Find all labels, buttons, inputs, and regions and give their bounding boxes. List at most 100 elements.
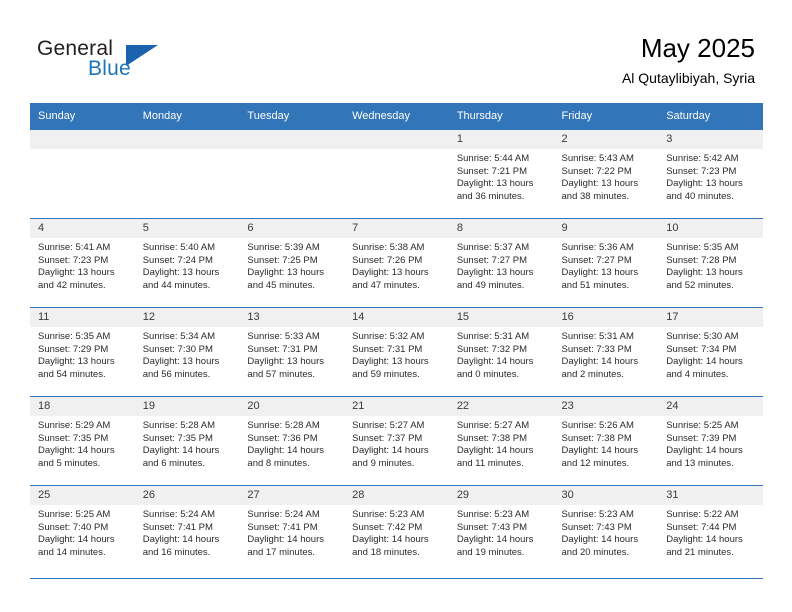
day-number: 29 <box>448 486 554 505</box>
day-sun-info: Sunrise: 5:30 AM Sunset: 7:34 PM Dayligh… <box>666 331 743 380</box>
calendar-bottom-rule <box>30 578 763 579</box>
calendar-header-row: Sunday Monday Tuesday Wednesday Thursday… <box>30 103 763 129</box>
day-number: 5 <box>134 219 240 238</box>
calendar-empty-cell <box>30 129 135 218</box>
calendar-week-row: 1 Sunrise: 5:44 AM Sunset: 7:21 PM Daylig… <box>30 129 763 218</box>
day-cell-inner: 7 Sunrise: 5:38 AM Sunset: 7:26 PM Daylig… <box>344 218 449 307</box>
day-number <box>30 130 135 149</box>
day-sun-info: Sunrise: 5:39 AM Sunset: 7:25 PM Dayligh… <box>247 242 324 291</box>
logo-text-blue: Blue <box>88 57 131 80</box>
day-cell-inner: 12 Sunrise: 5:34 AM Sunset: 7:30 PM Dayli… <box>134 307 240 396</box>
calendar-day-cell[interactable]: 30 Sunrise: 5:23 AM Sunset: 7:43 PM Dayli… <box>553 485 659 574</box>
day-sun-info: Sunrise: 5:38 AM Sunset: 7:26 PM Dayligh… <box>352 242 429 291</box>
day-sun-info: Sunrise: 5:35 AM Sunset: 7:28 PM Dayligh… <box>666 242 743 291</box>
calendar-day-cell[interactable]: 17 Sunrise: 5:30 AM Sunset: 7:34 PM Dayli… <box>658 307 763 396</box>
day-cell-inner <box>30 129 135 218</box>
day-sun-info: Sunrise: 5:25 AM Sunset: 7:39 PM Dayligh… <box>666 420 743 469</box>
day-cell-inner <box>239 129 345 218</box>
calendar-day-cell[interactable]: 5 Sunrise: 5:40 AM Sunset: 7:24 PM Daylig… <box>134 218 240 307</box>
calendar-day-cell[interactable]: 24 Sunrise: 5:25 AM Sunset: 7:39 PM Dayli… <box>658 396 763 485</box>
day-cell-inner: 17 Sunrise: 5:30 AM Sunset: 7:34 PM Dayli… <box>658 307 763 396</box>
day-number: 23 <box>553 397 659 416</box>
calendar-day-cell[interactable]: 14 Sunrise: 5:32 AM Sunset: 7:31 PM Dayli… <box>344 307 449 396</box>
weekday-header-friday: Friday <box>553 103 659 129</box>
calendar-day-cell[interactable]: 21 Sunrise: 5:27 AM Sunset: 7:37 PM Dayli… <box>344 396 449 485</box>
calendar-day-cell[interactable]: 29 Sunrise: 5:23 AM Sunset: 7:43 PM Dayli… <box>448 485 554 574</box>
day-cell-inner: 26 Sunrise: 5:24 AM Sunset: 7:41 PM Dayli… <box>134 485 240 574</box>
calendar-day-cell[interactable]: 12 Sunrise: 5:34 AM Sunset: 7:30 PM Dayli… <box>134 307 240 396</box>
calendar-day-cell[interactable]: 6 Sunrise: 5:39 AM Sunset: 7:25 PM Daylig… <box>239 218 345 307</box>
calendar-day-cell[interactable]: 23 Sunrise: 5:26 AM Sunset: 7:38 PM Dayli… <box>553 396 659 485</box>
calendar-page: General Blue May 2025 Al Qutaylibiyah, S… <box>0 0 792 612</box>
day-number: 27 <box>239 486 345 505</box>
day-sun-info: Sunrise: 5:23 AM Sunset: 7:43 PM Dayligh… <box>561 509 639 558</box>
calendar-day-cell[interactable]: 20 Sunrise: 5:28 AM Sunset: 7:36 PM Dayli… <box>239 396 345 485</box>
calendar-empty-cell <box>344 129 449 218</box>
day-cell-inner: 16 Sunrise: 5:31 AM Sunset: 7:33 PM Dayli… <box>553 307 659 396</box>
day-sun-info <box>239 149 344 153</box>
day-cell-inner: 9 Sunrise: 5:36 AM Sunset: 7:27 PM Daylig… <box>553 218 659 307</box>
day-sun-info: Sunrise: 5:24 AM Sunset: 7:41 PM Dayligh… <box>142 509 220 558</box>
calendar-week-row: 11 Sunrise: 5:35 AM Sunset: 7:29 PM Dayli… <box>30 307 763 396</box>
day-cell-inner: 31 Sunrise: 5:22 AM Sunset: 7:44 PM Dayli… <box>658 485 763 574</box>
day-cell-inner: 3 Sunrise: 5:42 AM Sunset: 7:23 PM Daylig… <box>658 129 763 218</box>
calendar-day-cell[interactable]: 10 Sunrise: 5:35 AM Sunset: 7:28 PM Dayli… <box>658 218 763 307</box>
calendar-empty-cell <box>239 129 345 218</box>
calendar-day-cell[interactable]: 15 Sunrise: 5:31 AM Sunset: 7:32 PM Dayli… <box>448 307 554 396</box>
weekday-header-thursday: Thursday <box>448 103 554 129</box>
day-number <box>134 130 240 149</box>
calendar-day-cell[interactable]: 31 Sunrise: 5:22 AM Sunset: 7:44 PM Dayli… <box>658 485 763 574</box>
day-cell-inner: 8 Sunrise: 5:37 AM Sunset: 7:27 PM Daylig… <box>448 218 554 307</box>
day-sun-info: Sunrise: 5:25 AM Sunset: 7:40 PM Dayligh… <box>38 509 115 558</box>
day-number: 11 <box>30 308 135 327</box>
day-number: 12 <box>134 308 240 327</box>
calendar-day-cell[interactable]: 1 Sunrise: 5:44 AM Sunset: 7:21 PM Daylig… <box>448 129 554 218</box>
day-sun-info: Sunrise: 5:40 AM Sunset: 7:24 PM Dayligh… <box>142 242 220 291</box>
day-number: 31 <box>658 486 763 505</box>
calendar-day-cell[interactable]: 13 Sunrise: 5:33 AM Sunset: 7:31 PM Dayli… <box>239 307 345 396</box>
calendar-day-cell[interactable]: 3 Sunrise: 5:42 AM Sunset: 7:23 PM Daylig… <box>658 129 763 218</box>
calendar-day-cell[interactable]: 27 Sunrise: 5:24 AM Sunset: 7:41 PM Dayli… <box>239 485 345 574</box>
day-number: 22 <box>448 397 554 416</box>
day-sun-info: Sunrise: 5:41 AM Sunset: 7:23 PM Dayligh… <box>38 242 115 291</box>
day-number: 10 <box>658 219 763 238</box>
day-number: 7 <box>344 219 449 238</box>
weekday-header-saturday: Saturday <box>658 103 763 129</box>
day-number: 9 <box>553 219 659 238</box>
day-number <box>344 130 449 149</box>
calendar-day-cell[interactable]: 18 Sunrise: 5:29 AM Sunset: 7:35 PM Dayli… <box>30 396 135 485</box>
day-sun-info: Sunrise: 5:23 AM Sunset: 7:43 PM Dayligh… <box>456 509 534 558</box>
day-number: 28 <box>344 486 449 505</box>
day-sun-info <box>135 149 240 153</box>
day-cell-inner: 2 Sunrise: 5:43 AM Sunset: 7:22 PM Daylig… <box>553 129 659 218</box>
calendar-day-cell[interactable]: 4 Sunrise: 5:41 AM Sunset: 7:23 PM Daylig… <box>30 218 135 307</box>
day-sun-info: Sunrise: 5:37 AM Sunset: 7:27 PM Dayligh… <box>456 242 534 291</box>
day-sun-info: Sunrise: 5:22 AM Sunset: 7:44 PM Dayligh… <box>666 509 743 558</box>
day-cell-inner: 27 Sunrise: 5:24 AM Sunset: 7:41 PM Dayli… <box>239 485 345 574</box>
calendar-day-cell[interactable]: 28 Sunrise: 5:23 AM Sunset: 7:42 PM Dayli… <box>344 485 449 574</box>
calendar-day-cell[interactable]: 26 Sunrise: 5:24 AM Sunset: 7:41 PM Dayli… <box>134 485 240 574</box>
day-number: 1 <box>448 130 554 149</box>
page-header: General Blue May 2025 Al Qutaylibiyah, S… <box>0 0 792 100</box>
day-number: 17 <box>658 308 763 327</box>
day-sun-info: Sunrise: 5:27 AM Sunset: 7:38 PM Dayligh… <box>456 420 534 469</box>
day-cell-inner: 4 Sunrise: 5:41 AM Sunset: 7:23 PM Daylig… <box>30 218 135 307</box>
day-number: 26 <box>134 486 240 505</box>
general-blue-logo[interactable]: General Blue <box>37 37 237 87</box>
calendar-day-cell[interactable]: 11 Sunrise: 5:35 AM Sunset: 7:29 PM Dayli… <box>30 307 135 396</box>
calendar-day-cell[interactable]: 9 Sunrise: 5:36 AM Sunset: 7:27 PM Daylig… <box>553 218 659 307</box>
calendar-day-cell[interactable]: 25 Sunrise: 5:25 AM Sunset: 7:40 PM Dayli… <box>30 485 135 574</box>
weekday-header-monday: Monday <box>134 103 240 129</box>
day-number: 21 <box>344 397 449 416</box>
calendar-day-cell[interactable]: 7 Sunrise: 5:38 AM Sunset: 7:26 PM Daylig… <box>344 218 449 307</box>
day-sun-info: Sunrise: 5:33 AM Sunset: 7:31 PM Dayligh… <box>247 331 324 380</box>
calendar-day-cell[interactable]: 8 Sunrise: 5:37 AM Sunset: 7:27 PM Daylig… <box>448 218 554 307</box>
day-sun-info <box>30 149 135 153</box>
calendar-day-cell[interactable]: 2 Sunrise: 5:43 AM Sunset: 7:22 PM Daylig… <box>553 129 659 218</box>
calendar-day-cell[interactable]: 16 Sunrise: 5:31 AM Sunset: 7:33 PM Dayli… <box>553 307 659 396</box>
calendar-empty-cell <box>134 129 240 218</box>
calendar-day-cell[interactable]: 22 Sunrise: 5:27 AM Sunset: 7:38 PM Dayli… <box>448 396 554 485</box>
weekday-header-tuesday: Tuesday <box>239 103 345 129</box>
calendar-day-cell[interactable]: 19 Sunrise: 5:28 AM Sunset: 7:35 PM Dayli… <box>134 396 240 485</box>
weekday-header-sunday: Sunday <box>30 103 135 129</box>
